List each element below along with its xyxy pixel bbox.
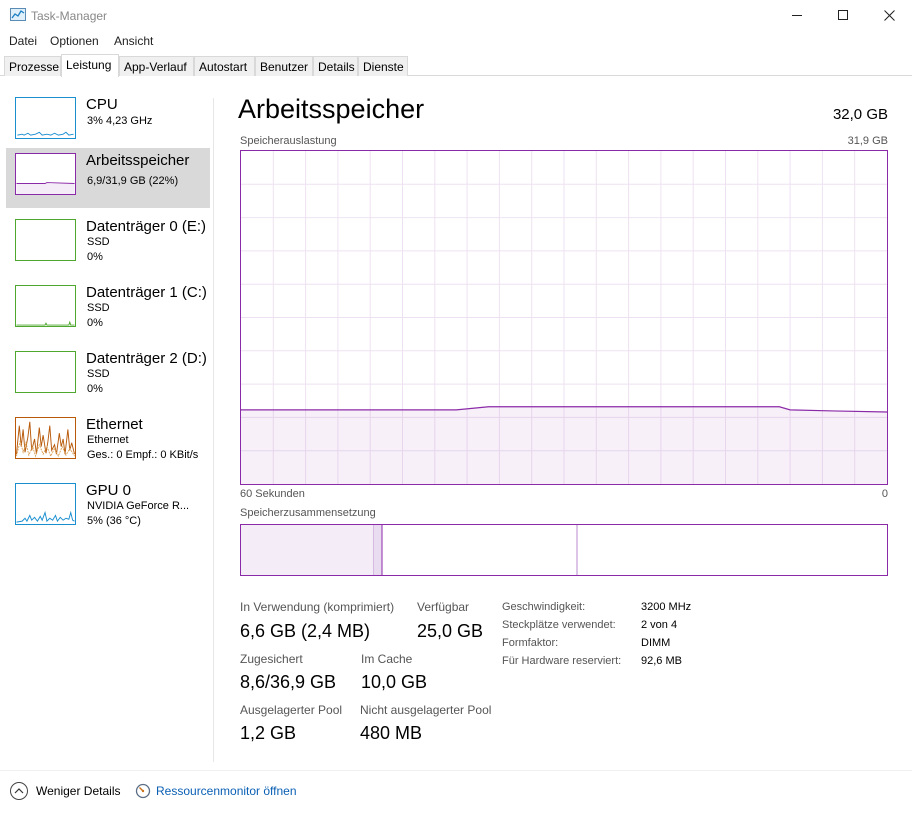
sidebar-item-memory[interactable]: Arbeitsspeicher 6,9/31,9 GB (22%) xyxy=(6,148,210,208)
fewer-details-button[interactable]: Weniger Details xyxy=(10,781,120,801)
tab-prozesse[interactable]: Prozesse xyxy=(4,56,61,76)
in-use-label: In Verwendung (komprimiert) xyxy=(240,600,395,614)
sidebar-memory-usage: 6,9/31,9 GB (22%) xyxy=(87,175,179,187)
menu-bar: Datei Optionen Ansicht xyxy=(0,32,912,50)
composition-in-use xyxy=(241,525,374,575)
form-factor-value: DIMM xyxy=(641,637,671,649)
sidebar-disk0-title: Datenträger 0 (E:) xyxy=(86,218,207,235)
sidebar-memory-title: Arbeitsspeicher xyxy=(86,152,190,169)
usage-area xyxy=(241,406,887,484)
form-factor-label: Formfaktor: xyxy=(502,637,559,649)
title-bar: Task-Manager xyxy=(0,0,912,32)
memory-thumbnail-graph xyxy=(15,153,76,195)
speed-label: Geschwindigkeit: xyxy=(502,601,586,613)
nonpaged-pool-label: Nicht ausgelagerter Pool xyxy=(360,703,492,717)
panel-divider xyxy=(213,98,214,762)
usage-graph-max: 31,9 GB xyxy=(847,135,888,147)
composition-label: Speicherzusammensetzung xyxy=(240,507,376,519)
sidebar-item-ethernet[interactable]: Ethernet Ethernet Ges.: 0 Empf.: 0 KBit/… xyxy=(6,412,210,472)
graph-time-left: 60 Sekunden xyxy=(240,488,305,500)
sidebar-gpu-usage: 5% (36 °C) xyxy=(87,515,141,527)
sidebar-cpu-usage: 3% 4,23 GHz xyxy=(87,115,153,127)
sidebar-disk1-usage: 0% xyxy=(87,317,103,329)
tab-leistung[interactable]: Leistung xyxy=(61,54,119,77)
committed-value: 8,6/36,9 GB xyxy=(240,672,337,692)
hardware-reserved-label: Für Hardware reserviert: xyxy=(502,655,622,667)
close-icon xyxy=(883,10,895,21)
sidebar-item-disk2[interactable]: Datenträger 2 (D:) SSD 0% xyxy=(6,346,210,406)
menu-ansicht[interactable]: Ansicht xyxy=(114,34,153,48)
paged-pool-value: 1,2 GB xyxy=(240,723,297,743)
task-manager-app-icon xyxy=(10,8,26,21)
memory-usage-graph xyxy=(240,150,888,485)
paged-pool-label: Ausgelagerter Pool xyxy=(240,703,343,717)
tab-app-verlauf[interactable]: App-Verlauf xyxy=(119,56,194,76)
minimize-button[interactable] xyxy=(774,0,820,31)
tab-details[interactable]: Details xyxy=(313,56,358,76)
nonpaged-pool-value: 480 MB xyxy=(360,723,423,743)
chevron-up-icon xyxy=(10,782,28,800)
ethernet-thumbnail-graph xyxy=(15,417,76,459)
sidebar-ethernet-name: Ethernet xyxy=(87,434,129,446)
sidebar-disk2-type: SSD xyxy=(87,368,110,380)
slots-label: Steckplätze verwendet: xyxy=(502,619,616,631)
sidebar-item-cpu[interactable]: CPU 3% 4,23 GHz xyxy=(6,92,210,152)
sidebar-disk1-type: SSD xyxy=(87,302,110,314)
sidebar-gpu-model: NVIDIA GeForce R... xyxy=(87,500,190,512)
sidebar-ethernet-throughput: Ges.: 0 Empf.: 0 KBit/s xyxy=(87,449,199,461)
sidebar-disk1-title: Datenträger 1 (C:) xyxy=(86,284,207,301)
footer-bar: Weniger Details Ressourcenmonitor öffnen xyxy=(0,770,912,810)
maximize-button[interactable] xyxy=(820,0,866,31)
sidebar-ethernet-title: Ethernet xyxy=(86,416,143,433)
resource-monitor-icon xyxy=(135,783,151,799)
tab-dienste[interactable]: Dienste xyxy=(358,56,408,76)
maximize-icon xyxy=(837,10,848,20)
sidebar-item-disk0[interactable]: Datenträger 0 (E:) SSD 0% xyxy=(6,214,210,274)
minimize-icon xyxy=(791,15,802,16)
sidebar-disk0-type: SSD xyxy=(87,236,110,248)
graph-time-right: 0 xyxy=(881,488,888,500)
fewer-details-label: Weniger Details xyxy=(36,784,121,798)
hardware-reserved-value: 92,6 MB xyxy=(641,655,682,667)
slots-value: 2 von 4 xyxy=(641,619,678,631)
disk1-thumbnail-graph xyxy=(15,285,76,327)
tab-bar: Prozesse Leistung App-Verlauf Autostart … xyxy=(0,54,912,77)
available-value: 25,0 GB xyxy=(417,621,484,641)
resource-monitor-link[interactable]: Ressourcenmonitor öffnen xyxy=(135,781,297,801)
resource-monitor-label: Ressourcenmonitor öffnen xyxy=(156,784,297,798)
menu-datei[interactable]: Datei xyxy=(9,34,37,48)
page-title: Arbeitsspeicher xyxy=(238,94,425,124)
memory-total: 32,0 GB xyxy=(832,106,888,123)
gpu-thumbnail-graph xyxy=(15,483,76,525)
usage-graph-label: Speicherauslastung xyxy=(240,135,337,147)
cached-value: 10,0 GB xyxy=(361,672,428,692)
menu-optionen[interactable]: Optionen xyxy=(50,34,99,48)
sidebar-disk2-usage: 0% xyxy=(87,383,103,395)
tab-benutzer[interactable]: Benutzer xyxy=(255,56,313,76)
composition-modified xyxy=(374,525,382,575)
sidebar-cpu-title: CPU xyxy=(86,96,118,113)
disk0-thumbnail-graph xyxy=(15,219,76,261)
sidebar-disk0-usage: 0% xyxy=(87,251,103,263)
sidebar-disk2-title: Datenträger 2 (D:) xyxy=(86,350,207,367)
sidebar-item-disk1[interactable]: Datenträger 1 (C:) SSD 0% xyxy=(6,280,210,340)
memory-composition-bar xyxy=(240,524,888,576)
sidebar-item-gpu[interactable]: GPU 0 NVIDIA GeForce R... 5% (36 °C) xyxy=(6,478,210,538)
tab-autostart[interactable]: Autostart xyxy=(194,56,255,76)
window-title: Task-Manager xyxy=(31,9,108,23)
cached-label: Im Cache xyxy=(361,652,413,666)
cpu-thumbnail-graph xyxy=(15,97,76,139)
close-button[interactable] xyxy=(866,0,912,31)
committed-label: Zugesichert xyxy=(240,652,303,666)
in-use-value: 6,6 GB (2,4 MB) xyxy=(240,621,371,641)
disk2-thumbnail-graph xyxy=(15,351,76,393)
available-label: Verfügbar xyxy=(417,600,470,614)
speed-value: 3200 MHz xyxy=(641,601,692,613)
sidebar-gpu-title: GPU 0 xyxy=(86,482,132,499)
